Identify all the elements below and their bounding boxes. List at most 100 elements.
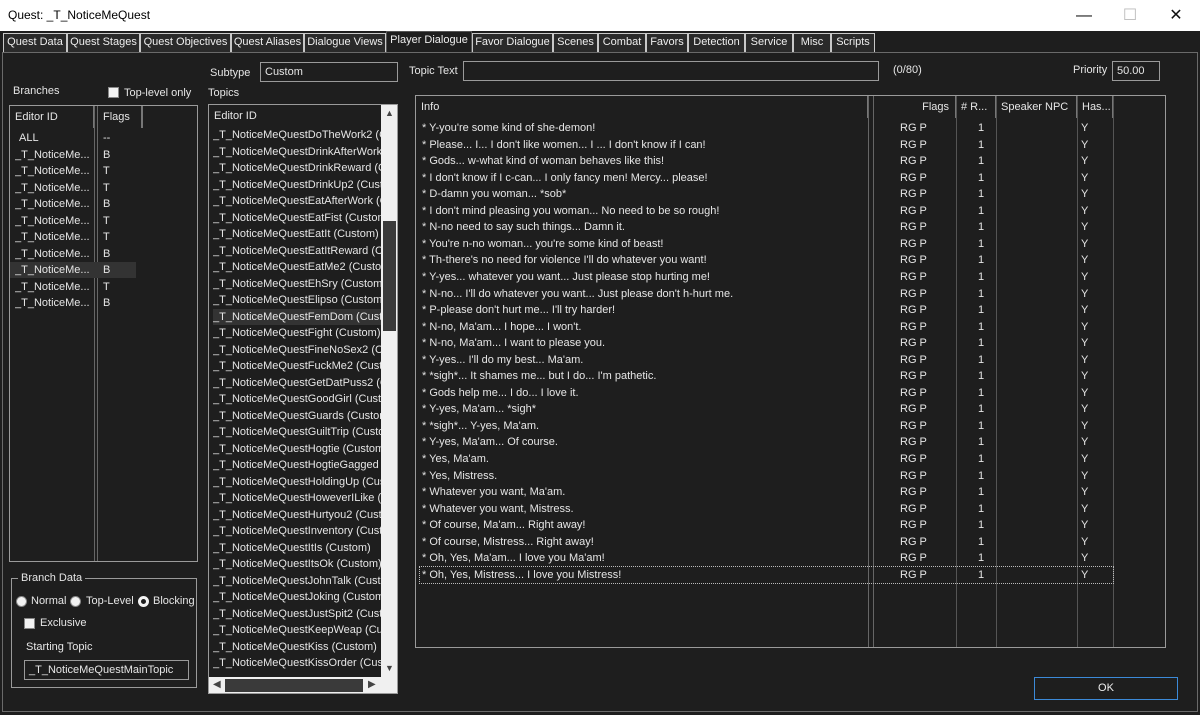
blocking-radio[interactable] <box>138 596 149 607</box>
topic-row[interactable]: _T_NoticeMeQuestElipso (Custom) <box>213 292 381 308</box>
tab-favor-dialogue[interactable]: Favor Dialogue <box>472 33 553 52</box>
info-row[interactable]: * *sigh*... It shames me... but I do... … <box>420 368 1113 384</box>
info-row[interactable]: * Oh, Yes, Mistress... I love you Mistre… <box>419 565 1114 584</box>
info-row[interactable]: * Please... I... I don't like women... I… <box>420 137 1113 153</box>
tab-detection[interactable]: Detection <box>688 33 745 52</box>
info-row[interactable]: * Yes, Mistress. RG P 1 Y <box>420 468 1113 484</box>
info-row[interactable]: * You're n-no woman... you're some kind … <box>420 236 1113 252</box>
info-row[interactable]: * Th-there's no need for violence I'll d… <box>420 252 1113 268</box>
tab-dialogue-views[interactable]: Dialogue Views <box>304 33 386 52</box>
tab-player-dialogue[interactable]: Player Dialogue <box>386 31 472 52</box>
column-header-has[interactable]: Has... <box>1077 96 1113 118</box>
topic-row[interactable]: _T_NoticeMeQuestKiss (Custom) <box>213 639 381 655</box>
info-row[interactable]: * Of course, Ma'am... Right away! RG P 1 Y <box>420 517 1113 533</box>
scroll-thumb[interactable] <box>383 221 396 331</box>
toplevel-radio[interactable] <box>70 596 81 607</box>
topic-row[interactable]: _T_NoticeMeQuestDrinkUp2 (Custo <box>213 177 381 193</box>
branch-row[interactable]: _T_NoticeMe... T <box>10 229 136 245</box>
branch-row[interactable]: _T_NoticeMe... B <box>10 147 136 163</box>
topic-row[interactable]: _T_NoticeMeQuestJustSpit2 (Custo <box>213 606 381 622</box>
column-header-flags[interactable]: Flags <box>874 96 956 118</box>
topic-row[interactable]: _T_NoticeMeQuestEatAfterWork (C <box>213 193 381 209</box>
branch-row[interactable]: _T_NoticeMe... B <box>10 246 136 262</box>
info-row[interactable]: * I don't mind pleasing you woman... No … <box>420 203 1113 219</box>
info-row[interactable]: * Y-yes... whatever you want... Just ple… <box>420 269 1113 285</box>
info-row[interactable]: * N-no... I'll do whatever you want... J… <box>420 286 1113 302</box>
topics-list[interactable]: Editor ID _T_NoticeMeQuestDoTheWork2 (C _… <box>208 104 398 694</box>
column-header-editor-id[interactable]: Editor ID <box>209 105 381 127</box>
info-row[interactable]: * Whatever you want, Mistress. RG P 1 Y <box>420 501 1113 517</box>
tab-misc[interactable]: Misc <box>793 33 831 52</box>
subtype-dropdown[interactable]: Custom <box>260 62 398 82</box>
topic-row[interactable]: _T_NoticeMeQuestItsOk (Custom) <box>213 556 381 572</box>
topic-row[interactable]: _T_NoticeMeQuestGoodGirl (Custor <box>213 391 381 407</box>
topic-row[interactable]: _T_NoticeMeQuestJoking (Custom) <box>213 589 381 605</box>
scroll-left-icon[interactable]: ◀ <box>213 679 221 690</box>
branch-row[interactable]: _T_NoticeMe... T <box>10 279 136 295</box>
topic-row[interactable]: _T_NoticeMeQuestFineNoSex2 (Cu <box>213 342 381 358</box>
info-row[interactable]: * I don't know if I c-can... I only fanc… <box>420 170 1113 186</box>
topic-row[interactable]: _T_NoticeMeQuestEatFist (Custom) <box>213 210 381 226</box>
topic-row[interactable]: _T_NoticeMeQuestHogtie (Custom) <box>213 441 381 457</box>
tab-quest-data[interactable]: Quest Data <box>3 33 67 52</box>
info-row[interactable]: * P-please don't hurt me... I'll try har… <box>420 302 1113 318</box>
topic-row[interactable]: _T_NoticeMeQuestKissOrder (Custo <box>213 655 381 671</box>
info-row[interactable]: * Y-you're some kind of she-demon! RG P 1 Y <box>420 120 1113 136</box>
branch-row[interactable]: _T_NoticeMe... B <box>10 196 136 212</box>
topics-horizontal-scrollbar[interactable]: ◀ ▶ <box>209 677 397 693</box>
column-header-flags[interactable]: Flags <box>98 106 142 128</box>
normal-radio[interactable] <box>16 596 27 607</box>
info-row[interactable]: * N-no, Ma'am... I hope... I won't. RG P 1… <box>420 319 1113 335</box>
branch-row[interactable]: _T_NoticeMe... B <box>10 295 136 311</box>
topic-row[interactable]: _T_NoticeMeQuestEatItReward (Cu <box>213 243 381 259</box>
info-row[interactable]: * Y-yes... I'll do my best... Ma'am. RG P… <box>420 352 1113 368</box>
column-header-speaker-npc[interactable]: Speaker NPC <box>996 96 1077 118</box>
info-row[interactable]: * Gods help me... I do... I love it. RG P… <box>420 385 1113 401</box>
info-row[interactable]: * Yes, Ma'am. RG P 1 Y <box>420 451 1113 467</box>
column-header-editor-id[interactable]: Editor ID <box>10 106 94 128</box>
maximize-icon[interactable]: ☐ <box>1107 0 1153 31</box>
topic-text-input[interactable] <box>463 61 879 81</box>
topic-row[interactable]: _T_NoticeMeQuestGuards (Custom) <box>213 408 381 424</box>
exclusive-checkbox[interactable] <box>24 618 35 629</box>
info-list[interactable]: Info Flags # R... Speaker NPC Has... * Y… <box>415 95 1166 648</box>
column-header-responses[interactable]: # R... <box>956 96 996 118</box>
info-row[interactable]: * Gods... w-what kind of woman behaves l… <box>420 153 1113 169</box>
info-row[interactable]: * Y-yes, Ma'am... *sigh* RG P 1 Y <box>420 401 1113 417</box>
scroll-right-icon[interactable]: ▶ <box>368 679 376 690</box>
branch-row[interactable]: _T_NoticeMe... T <box>10 163 136 179</box>
topic-row[interactable]: _T_NoticeMeQuestItIs (Custom) <box>213 540 381 556</box>
tab-favors[interactable]: Favors <box>646 33 688 52</box>
priority-field[interactable]: 50.00 <box>1112 61 1160 81</box>
topic-row[interactable]: _T_NoticeMeQuestEhSry (Custom) <box>213 276 381 292</box>
info-row[interactable]: * D-damn you woman... *sob* RG P 1 Y <box>420 186 1113 202</box>
close-icon[interactable]: ✕ <box>1153 0 1199 31</box>
column-header-info[interactable]: Info <box>416 96 868 118</box>
topic-row[interactable]: _T_NoticeMeQuestKeepWeap (Cus <box>213 622 381 638</box>
tab-service[interactable]: Service <box>745 33 793 52</box>
info-row[interactable]: * N-no, Ma'am... I want to please you. RG… <box>420 335 1113 351</box>
topic-row[interactable]: _T_NoticeMeQuestDoTheWork2 (C <box>213 127 381 143</box>
minimize-icon[interactable]: — <box>1061 0 1107 31</box>
topic-row[interactable]: _T_NoticeMeQuestFight (Custom) <box>213 325 381 341</box>
topic-row[interactable]: _T_NoticeMeQuestFuckMe2 (Custo <box>213 358 381 374</box>
branch-row[interactable]: _T_NoticeMe... T <box>10 180 136 196</box>
topic-row[interactable]: _T_NoticeMeQuestEatIt (Custom) <box>213 226 381 242</box>
info-row[interactable]: * *sigh*... Y-yes, Ma'am. RG P 1 Y <box>420 418 1113 434</box>
tab-combat[interactable]: Combat <box>598 33 646 52</box>
scroll-up-icon[interactable]: ▲ <box>381 105 397 122</box>
topic-row[interactable]: _T_NoticeMeQuestGuiltTrip (Custon <box>213 424 381 440</box>
starting-topic-field[interactable]: _T_NoticeMeQuestMainTopic <box>24 660 189 680</box>
topic-row[interactable]: _T_NoticeMeQuestEatMe2 (Custom <box>213 259 381 275</box>
topic-row[interactable]: _T_NoticeMeQuestDrinkAfterWork <box>213 144 381 160</box>
branch-row[interactable]: ALL -- <box>10 130 136 146</box>
info-row[interactable]: * N-no need to say such things... Damn i… <box>420 219 1113 235</box>
topic-row[interactable]: _T_NoticeMeQuestHoldingUp (Cust <box>213 474 381 490</box>
info-row[interactable]: * Y-yes, Ma'am... Of course. RG P 1 Y <box>420 434 1113 450</box>
tab-scenes[interactable]: Scenes <box>553 33 598 52</box>
tab-quest-stages[interactable]: Quest Stages <box>67 33 140 52</box>
topic-row[interactable]: _T_NoticeMeQuestHurtyou2 (Custo <box>213 507 381 523</box>
topic-row[interactable]: _T_NoticeMeQuestHogtieGagged ( <box>213 457 381 473</box>
tab-scripts[interactable]: Scripts <box>831 33 875 52</box>
topic-row[interactable]: _T_NoticeMeQuestFemDom (Custo <box>213 308 381 325</box>
